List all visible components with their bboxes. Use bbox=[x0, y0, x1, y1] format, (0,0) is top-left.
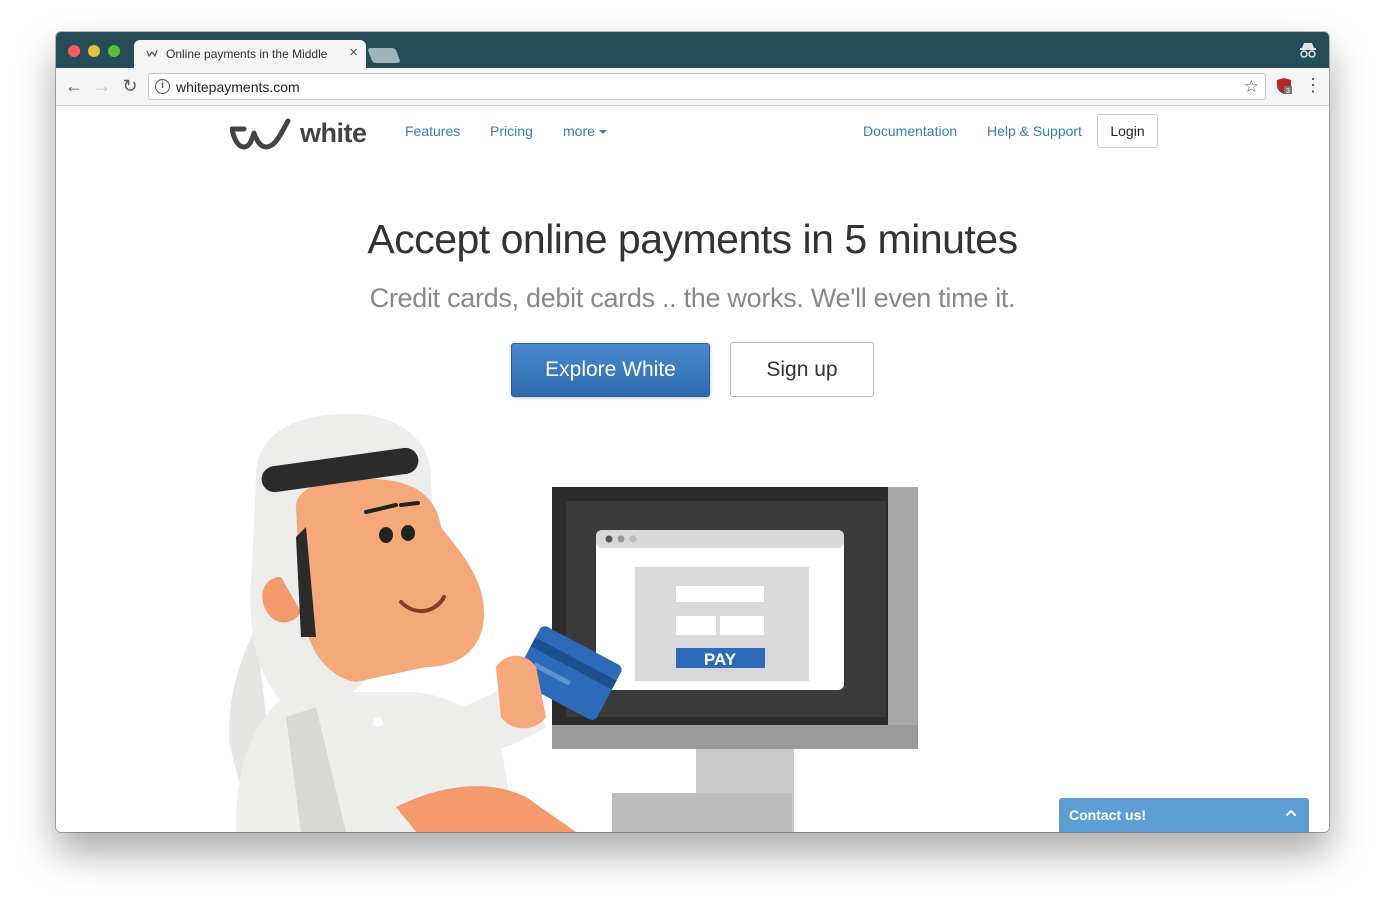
forward-icon[interactable]: → bbox=[92, 76, 112, 96]
info-icon[interactable]: i bbox=[155, 79, 170, 94]
zoom-window-button[interactable] bbox=[108, 45, 120, 57]
pay-label: PAY bbox=[704, 650, 737, 669]
address-bar[interactable]: i whitepayments.com ☆ bbox=[148, 73, 1266, 100]
extension-badge: 3 bbox=[1286, 88, 1290, 95]
url-text[interactable]: whitepayments.com bbox=[176, 79, 300, 95]
minimize-window-button[interactable] bbox=[88, 45, 100, 57]
white-logo[interactable]: white bbox=[230, 115, 378, 151]
caret-down-icon bbox=[598, 130, 607, 135]
reload-icon[interactable]: ↻ bbox=[120, 76, 140, 96]
hero-title: Accept online payments in 5 minutes bbox=[367, 216, 1018, 262]
login-button[interactable]: Login bbox=[1097, 114, 1158, 148]
browser-menu-icon[interactable]: ⋮ bbox=[1304, 76, 1322, 96]
new-tab-button[interactable] bbox=[367, 48, 401, 63]
browser-window: Online payments in the Middle × ← → ↻ i … bbox=[56, 32, 1329, 832]
title-bar: Online payments in the Middle × bbox=[56, 32, 1329, 68]
white-favicon-icon bbox=[146, 49, 158, 57]
nav-more-label: more bbox=[563, 123, 595, 139]
hero-subtitle: Credit cards, debit cards .. the works. … bbox=[369, 283, 1016, 313]
chevron-up-icon[interactable] bbox=[1285, 806, 1297, 820]
contact-us-label: Contact us! bbox=[1069, 807, 1146, 823]
bookmark-star-icon[interactable]: ☆ bbox=[1244, 77, 1259, 97]
nav-help-support-link[interactable]: Help & Support bbox=[987, 123, 1082, 139]
close-window-button[interactable] bbox=[68, 45, 80, 57]
logo-text: white bbox=[300, 118, 367, 148]
tab-title: Online payments in the Middle bbox=[166, 47, 328, 61]
sign-up-button[interactable]: Sign up bbox=[730, 342, 874, 397]
contact-us-widget[interactable]: Contact us! bbox=[1059, 798, 1309, 832]
nav-documentation-link[interactable]: Documentation bbox=[863, 123, 957, 139]
nav-pricing-link[interactable]: Pricing bbox=[490, 123, 533, 139]
incognito-icon bbox=[1300, 43, 1316, 58]
browser-tab[interactable]: Online payments in the Middle × bbox=[134, 40, 366, 68]
tab-close-icon[interactable]: × bbox=[349, 44, 358, 61]
shield-extension-icon[interactable]: 3 bbox=[1276, 77, 1292, 95]
explore-white-button[interactable]: Explore White bbox=[511, 343, 710, 397]
back-icon[interactable]: ← bbox=[64, 76, 84, 96]
web-page: PAY white Features Pricing more Document… bbox=[56, 107, 1329, 832]
nav-more-dropdown[interactable]: more bbox=[563, 123, 607, 139]
white-logo-icon bbox=[230, 118, 291, 150]
nav-features-link[interactable]: Features bbox=[405, 123, 460, 139]
browser-toolbar: ← → ↻ i whitepayments.com ☆ 3 ⋮ bbox=[56, 68, 1329, 106]
